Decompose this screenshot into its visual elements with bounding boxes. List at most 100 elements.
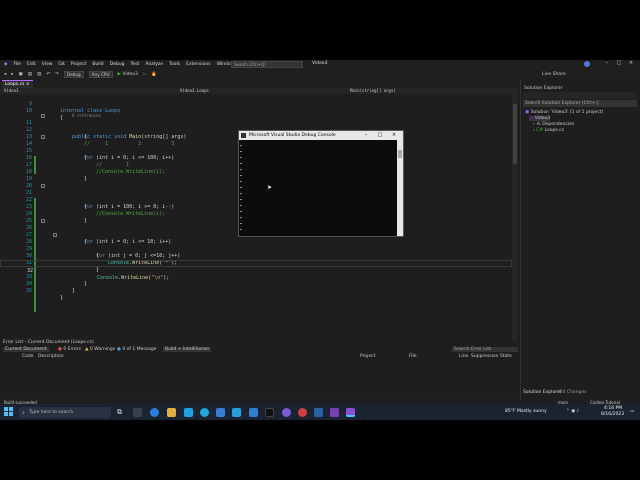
debug-console-window[interactable]: Microsoft Visual Studio Debug Console – … <box>238 130 404 237</box>
column-header-file[interactable]: File <box>409 354 417 359</box>
redo-icon[interactable]: ↷ <box>55 72 59 77</box>
close-icon[interactable]: × <box>625 60 637 66</box>
windows-start-icon[interactable] <box>4 407 14 417</box>
task-view-icon[interactable]: ⧉ <box>117 408 126 417</box>
column-header-suppression[interactable]: Suppression State <box>471 354 512 359</box>
menu-view[interactable]: View <box>42 62 53 67</box>
undo-icon[interactable]: ↶ <box>46 72 50 77</box>
back-icon[interactable]: ◂ <box>4 72 6 77</box>
widgets-icon[interactable] <box>133 408 142 417</box>
console-scrollbar[interactable] <box>397 140 403 236</box>
tree-item-project[interactable]: ▣ Video3 <box>529 116 551 121</box>
store-icon[interactable] <box>216 408 225 417</box>
save-icon[interactable]: ▥ <box>37 72 41 77</box>
hot-reload-icon[interactable]: 🔥 <box>151 72 157 77</box>
info-icon: ● <box>117 347 121 352</box>
vs-logo-icon[interactable]: ◆ <box>4 62 7 67</box>
platform-dropdown[interactable]: Any CPU <box>88 71 113 78</box>
clock-time[interactable]: 4:16 PM <box>604 406 622 411</box>
close-tab-icon[interactable]: × <box>26 82 30 87</box>
menu-project[interactable]: Project <box>71 62 86 67</box>
mail-icon[interactable] <box>184 408 193 417</box>
minimize-icon[interactable]: – <box>601 60 613 66</box>
fold-toggle-icon[interactable]: − <box>41 114 45 118</box>
tree-item-loops-cs[interactable]: › C# Loops.cs <box>533 128 564 133</box>
tab-loops-cs[interactable]: Loops.cs × <box>2 80 33 88</box>
file-explorer-icon[interactable] <box>167 408 176 417</box>
console-minimize-icon[interactable]: – <box>359 131 373 140</box>
warnings-filter-button[interactable]: ▲ 0 Warnings <box>85 347 115 352</box>
start-debug-button[interactable]: ▶ Video3 <box>118 72 138 77</box>
build-filter-dropdown[interactable]: Build + IntelliSense <box>163 347 211 352</box>
csharp-project-icon: ▣ <box>529 116 534 121</box>
fold-toggle-icon[interactable]: − <box>41 219 45 223</box>
weather-widget[interactable]: 85°F Mostly sunny <box>505 409 547 414</box>
open-icon[interactable]: ▤ <box>28 72 32 77</box>
config-dropdown[interactable]: Debug <box>63 71 84 78</box>
column-header-project[interactable]: Project <box>360 354 375 359</box>
edge-icon[interactable] <box>200 408 209 417</box>
column-header-code[interactable]: Code <box>22 354 34 359</box>
menu-test[interactable]: Test <box>130 62 139 67</box>
menu-debug[interactable]: Debug <box>110 62 125 67</box>
app-icon[interactable] <box>282 408 291 417</box>
maximize-icon[interactable]: □ <box>613 60 625 66</box>
run-target-label: Video3 <box>122 72 138 77</box>
error-search-input[interactable]: Search Error List <box>452 347 518 352</box>
menu-edit[interactable]: Edit <box>27 62 36 67</box>
code-line: 35 } <box>0 281 512 301</box>
word-icon[interactable] <box>249 408 258 417</box>
error-scope-dropdown[interactable]: Current Document <box>3 347 49 352</box>
account-avatar[interactable] <box>584 61 590 67</box>
system-tray-icons[interactable]: ⌃ ◉ ♪ <box>566 409 579 414</box>
fold-toggle-icon[interactable]: − <box>41 135 45 139</box>
messages-filter-button[interactable]: ● 0 of 1 Message <box>117 347 156 352</box>
app-icon[interactable] <box>314 408 323 417</box>
console-maximize-icon[interactable]: □ <box>373 131 387 140</box>
menu-extensions[interactable]: Extensions <box>186 62 210 67</box>
code-line: 33 } <box>0 267 512 287</box>
menu-analyze[interactable]: Analyze <box>145 62 163 67</box>
new-item-icon[interactable]: ▣ <box>19 72 23 77</box>
live-share-button[interactable]: Live Share <box>542 72 566 77</box>
taskbar-search-input[interactable]: Type here to search <box>19 407 111 418</box>
fold-toggle-icon[interactable]: − <box>41 184 45 188</box>
windows-taskbar: Type here to search ⌕ ⧉ 85°F Mostly sunn… <box>0 404 640 420</box>
tab-git-changes[interactable]: Git Changes <box>559 390 587 395</box>
terminal-icon[interactable] <box>265 408 274 417</box>
tree-item-solution[interactable]: ▣ Solution 'Video3' (1 of 1 project) <box>525 110 603 115</box>
chrome-icon[interactable] <box>150 408 159 417</box>
menu-tools[interactable]: Tools <box>169 62 180 67</box>
obs-icon[interactable] <box>298 408 307 417</box>
clock-date[interactable]: 8/16/2023 <box>601 412 624 417</box>
fold-toggle-icon[interactable]: − <box>53 233 57 237</box>
console-scroll-thumb[interactable] <box>398 150 402 158</box>
tree-item-label: Solution 'Video3' (1 of 1 project) <box>530 110 604 115</box>
code-line: 9 internal class Loops <box>0 94 512 114</box>
visual-studio-active-icon[interactable] <box>346 408 355 417</box>
code-line: 34 } <box>0 274 512 294</box>
forward-icon[interactable]: ▸ <box>11 72 13 77</box>
menu-file[interactable]: File <box>13 62 21 67</box>
photos-icon[interactable] <box>232 408 241 417</box>
tree-item-dependencies[interactable]: › ⁂ Dependencies <box>533 122 574 127</box>
line-number: 35 <box>25 288 32 294</box>
global-search-input[interactable]: Search (Ctrl+Q) <box>231 61 303 68</box>
console-close-icon[interactable]: × <box>387 131 401 140</box>
column-header-description[interactable]: Description <box>38 354 64 359</box>
scroll-thumb[interactable] <box>513 104 517 164</box>
tab-solution-explorer[interactable]: Solution Explorer <box>523 390 562 395</box>
errors-filter-button[interactable]: ● 0 Errors <box>58 347 81 352</box>
chevron-right-icon: › <box>533 122 535 127</box>
column-header-line[interactable]: Line <box>459 354 468 359</box>
menu-build[interactable]: Build <box>92 62 103 67</box>
menu-git[interactable]: Git <box>58 62 65 67</box>
console-window-controls: – □ × <box>359 131 401 140</box>
tab-label: Loops.cs <box>5 82 25 87</box>
code-text: } <box>72 288 76 294</box>
solution-search-input[interactable]: Search Solution Explorer (Ctrl+;) <box>523 100 637 107</box>
notifications-icon[interactable]: ▭ <box>630 409 634 414</box>
code-line: 30 Console.WriteLine("*"); <box>0 246 512 266</box>
visual-studio-icon[interactable] <box>330 408 339 417</box>
start-without-debug-icon[interactable]: ▷ <box>143 72 146 77</box>
